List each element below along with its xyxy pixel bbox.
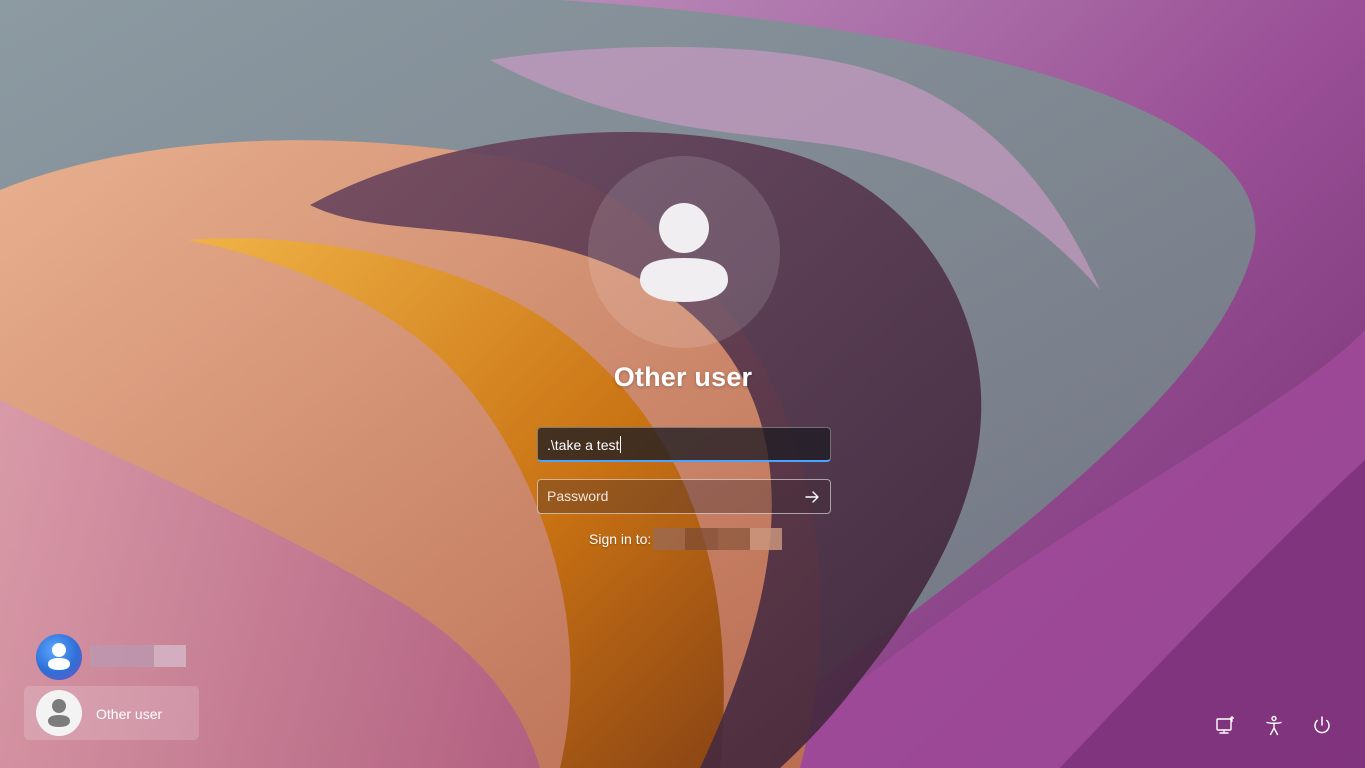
person-icon: [48, 699, 70, 727]
user-display-name: Other user: [613, 362, 753, 392]
other-user-avatar: [36, 690, 82, 736]
username-value-wrap: .\take a test: [547, 436, 622, 453]
user-list-item-other-user[interactable]: Other user: [24, 686, 199, 740]
username-field[interactable]: .\take a test: [537, 427, 831, 462]
network-icon[interactable]: [1213, 713, 1239, 739]
password-field[interactable]: Password: [537, 479, 831, 514]
accessibility-icon[interactable]: [1261, 713, 1287, 739]
sign-in-to-label: Sign in to:: [589, 531, 652, 547]
password-placeholder: Password: [547, 488, 609, 504]
user-list-label: Other user: [96, 706, 163, 722]
username-value: .\take a test: [547, 437, 620, 453]
person-icon: [48, 643, 70, 670]
account-avatar: [36, 634, 82, 680]
person-icon: [640, 203, 728, 302]
user-list-item-account[interactable]: [24, 630, 199, 684]
text-caret: [620, 436, 622, 453]
power-icon[interactable]: [1309, 713, 1335, 739]
arrow-right-icon[interactable]: [800, 485, 824, 509]
user-avatar: [588, 156, 780, 348]
